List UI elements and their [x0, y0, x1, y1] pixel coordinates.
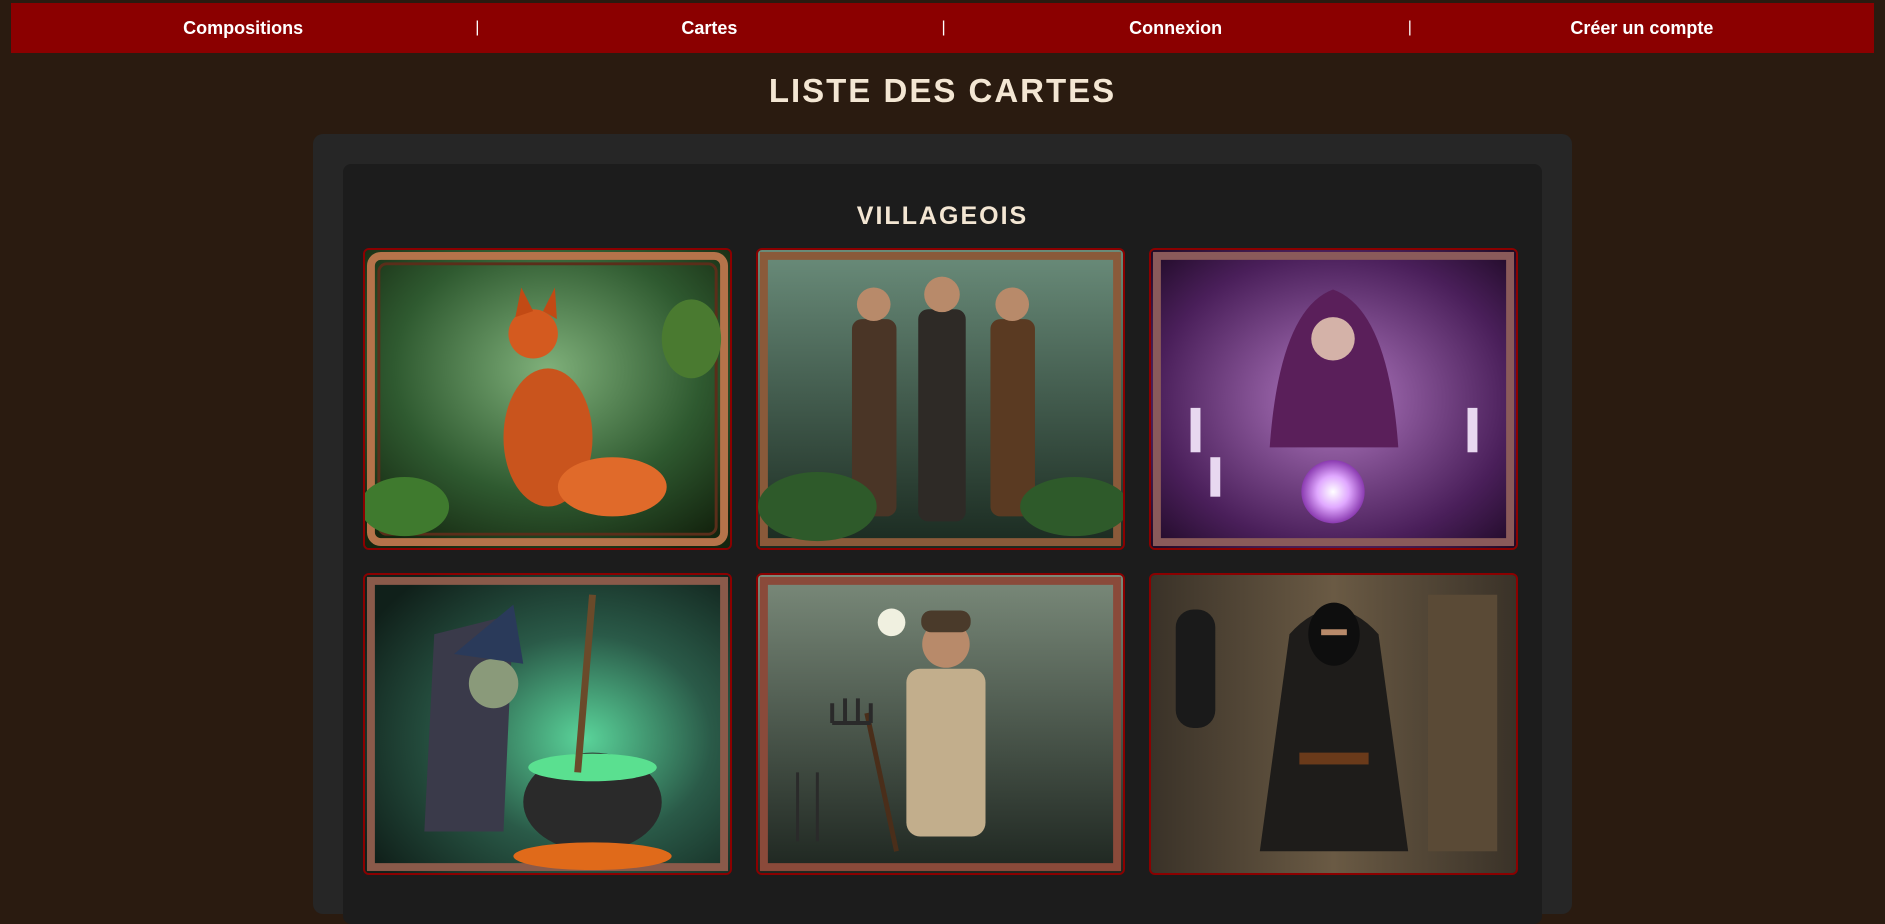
thief-card-image: [1151, 575, 1516, 873]
villageois-section: VILLAGEOIS: [343, 164, 1542, 924]
cards-grid: [363, 248, 1518, 875]
card-seer[interactable]: [1149, 248, 1518, 550]
seer-card-image: [1151, 250, 1516, 548]
hunters-card-image: [758, 250, 1123, 548]
card-villager[interactable]: [756, 573, 1125, 875]
card-fox[interactable]: [363, 248, 732, 550]
villager-card-image: [758, 575, 1123, 873]
nav-create-account-link[interactable]: Créer un compte: [1410, 18, 1874, 39]
nav-connexion-link[interactable]: Connexion: [944, 18, 1408, 39]
page-title: LISTE DES CARTES: [768, 72, 1117, 109]
witch-card-image: [365, 575, 730, 873]
fox-card-image: [365, 250, 730, 548]
nav-compositions-link[interactable]: Compositions: [11, 18, 475, 39]
card-thief[interactable]: [1149, 573, 1518, 875]
card-hunters[interactable]: [756, 248, 1125, 550]
top-navbar: Compositions | Cartes | Connexion | Crée…: [11, 3, 1874, 53]
card-witch[interactable]: [363, 573, 732, 875]
cards-list-panel: VILLAGEOIS: [313, 134, 1572, 924]
section-title: VILLAGEOIS: [856, 202, 1029, 230]
nav-cartes-link[interactable]: Cartes: [477, 18, 941, 39]
